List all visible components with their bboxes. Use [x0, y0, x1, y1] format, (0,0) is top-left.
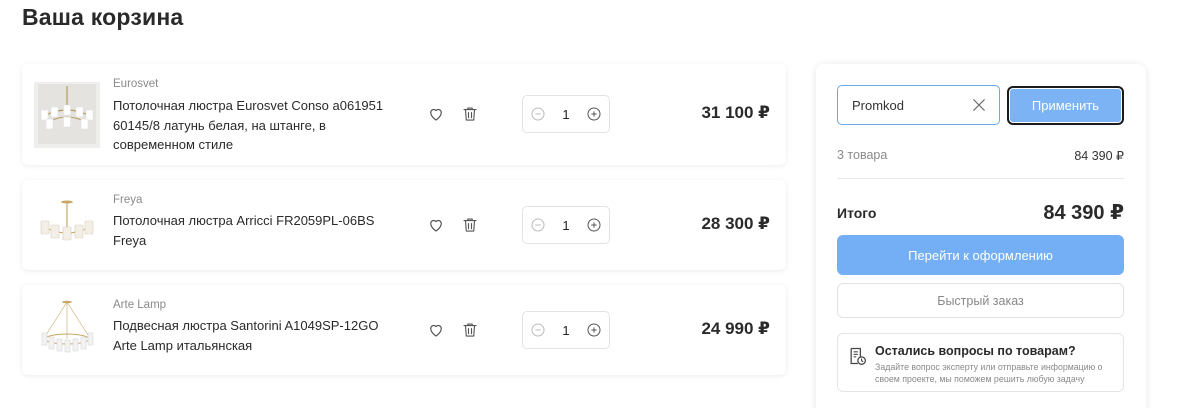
- trash-icon[interactable]: [460, 320, 480, 340]
- heart-icon[interactable]: [426, 320, 446, 340]
- product-image[interactable]: [34, 297, 100, 363]
- apply-promo-button[interactable]: Применить: [1007, 86, 1124, 125]
- checkout-button[interactable]: Перейти к оформлению: [837, 235, 1124, 275]
- trash-icon[interactable]: [460, 215, 480, 235]
- product-image[interactable]: [34, 192, 100, 258]
- quantity-stepper: 1: [522, 95, 610, 133]
- product-name[interactable]: Потолочная люстра Eurosvet Conso a061951…: [113, 96, 403, 155]
- items-count-label: 3 товара: [837, 148, 888, 162]
- product-price: 31 100 ₽: [701, 103, 770, 122]
- quantity-value[interactable]: 1: [562, 107, 569, 122]
- trash-icon[interactable]: [460, 104, 480, 124]
- close-icon[interactable]: [970, 96, 988, 114]
- quick-order-button[interactable]: Быстрый заказ: [837, 283, 1124, 318]
- product-price: 28 300 ₽: [701, 214, 770, 233]
- cart-items-list: Eurosvet Потолочная люстра Eurosvet Cons…: [22, 64, 786, 390]
- total-label: Итого: [837, 204, 877, 221]
- help-text: Задайте вопрос эксперту или отправьте ин…: [875, 362, 1103, 384]
- quantity-value[interactable]: 1: [562, 218, 569, 233]
- order-summary: Применить 3 товара 84 390 ₽ Итого 84 390…: [816, 64, 1146, 408]
- document-question-icon: [847, 346, 867, 366]
- items-count-value: 84 390 ₽: [1074, 149, 1124, 163]
- page-title: Ваша корзина: [22, 4, 184, 30]
- quantity-stepper: 1: [522, 311, 610, 349]
- product-brand: Eurosvet: [113, 78, 159, 90]
- product-image[interactable]: [34, 81, 100, 148]
- product-brand: Freya: [113, 194, 143, 206]
- minus-icon[interactable]: [530, 322, 546, 338]
- help-box[interactable]: Остались вопросы по товарам? Задайте воп…: [837, 333, 1124, 392]
- cart-item: Arte Lamp Подвесная люстра Santorini A10…: [22, 285, 786, 375]
- quantity-value[interactable]: 1: [562, 323, 569, 338]
- plus-icon[interactable]: [586, 322, 602, 338]
- cart-item: Eurosvet Потолочная люстра Eurosvet Cons…: [22, 64, 786, 165]
- item-actions: [426, 104, 480, 124]
- plus-icon[interactable]: [586, 106, 602, 122]
- total-row: Итого 84 390 ₽: [837, 200, 1124, 225]
- heart-icon[interactable]: [426, 104, 446, 124]
- item-actions: [426, 320, 480, 340]
- item-actions: [426, 215, 480, 235]
- help-title: Остались вопросы по товарам?: [875, 344, 1076, 358]
- heart-icon[interactable]: [426, 215, 446, 235]
- product-name[interactable]: Потолочная люстра Arricci FR2059PL-06BS …: [113, 211, 403, 250]
- items-count-row: 3 товара 84 390 ₽: [837, 148, 1124, 163]
- product-name[interactable]: Подвесная люстра Santorini A1049SP-12GO …: [113, 316, 403, 355]
- total-value: 84 390 ₽: [1043, 202, 1124, 224]
- divider: [837, 178, 1124, 179]
- cart-item: Freya Потолочная люстра Arricci FR2059PL…: [22, 180, 786, 270]
- product-brand: Arte Lamp: [113, 299, 167, 311]
- product-price: 24 990 ₽: [701, 319, 770, 338]
- plus-icon[interactable]: [586, 217, 602, 233]
- quantity-stepper: 1: [522, 206, 610, 244]
- minus-icon[interactable]: [530, 106, 546, 122]
- minus-icon[interactable]: [530, 217, 546, 233]
